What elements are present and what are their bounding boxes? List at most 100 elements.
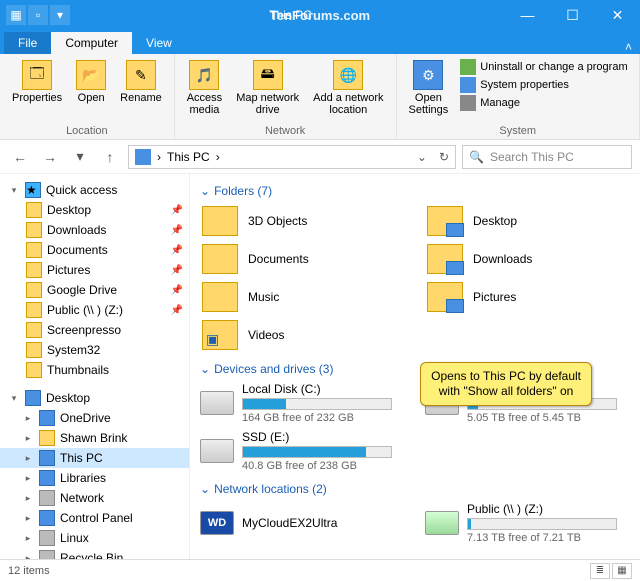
nav-tree[interactable]: ▾ ★ Quick access Desktop📌Downloads📌Docum…: [0, 174, 190, 559]
chevron-down-icon[interactable]: ▾: [8, 185, 20, 196]
map-drive-icon: 🖴: [253, 60, 283, 90]
open-icon: 📂: [76, 60, 106, 90]
tree-item[interactable]: ▸OneDrive: [0, 408, 189, 428]
folder-icon: [202, 244, 238, 274]
drive-icon: [200, 439, 234, 463]
address-dropdown-icon[interactable]: ⌄: [417, 150, 427, 164]
tree-item[interactable]: Documents📌: [0, 240, 189, 260]
chevron-right-icon[interactable]: ▸: [22, 413, 34, 424]
chevron-right-icon[interactable]: ▸: [22, 533, 34, 544]
tree-item[interactable]: ▸This PC: [0, 448, 189, 468]
section-network[interactable]: Network locations (2): [200, 478, 630, 502]
folder-label: Desktop: [473, 214, 517, 228]
folder-item[interactable]: Downloads: [425, 242, 630, 276]
section-folders[interactable]: Folders (7): [200, 180, 630, 204]
qat-dropdown[interactable]: ▾: [50, 5, 70, 25]
chevron-down-icon[interactable]: ▾: [8, 393, 20, 404]
drive-item[interactable]: SSD (E:)40.8 GB free of 238 GB: [200, 430, 405, 472]
annotation-callout: Opens to This PC by default with "Show a…: [420, 362, 592, 406]
chevron-right-icon[interactable]: ▸: [22, 473, 34, 484]
folder-item[interactable]: Videos: [200, 318, 405, 352]
tree-item[interactable]: Public (\\ ) (Z:)📌: [0, 300, 189, 320]
tree-item[interactable]: System32: [0, 340, 189, 360]
properties-button[interactable]: 🗔Properties: [8, 58, 66, 123]
manage-button[interactable]: Manage: [458, 94, 629, 112]
tree-item[interactable]: ▸Libraries: [0, 468, 189, 488]
tree-item[interactable]: Downloads📌: [0, 220, 189, 240]
folder-label: Pictures: [473, 290, 516, 304]
breadcrumb-root[interactable]: This PC: [167, 150, 210, 164]
ribbon-collapse-icon[interactable]: ˄: [617, 40, 640, 54]
open-button[interactable]: 📂Open: [72, 58, 110, 123]
drive-item[interactable]: Local Disk (C:)164 GB free of 232 GB: [200, 382, 405, 424]
folder-icon: [26, 342, 42, 358]
tree-item[interactable]: ▸Network: [0, 488, 189, 508]
chevron-right-icon[interactable]: ▸: [22, 553, 34, 560]
address-bar-row: ← → ▾ ↑ › This PC › ⌄ ↻ 🔍 Search This PC: [0, 140, 640, 174]
tree-item[interactable]: Desktop📌: [0, 200, 189, 220]
manage-icon: [460, 95, 476, 111]
tree-quick-access[interactable]: ▾ ★ Quick access: [0, 180, 189, 200]
refresh-icon[interactable]: ↻: [433, 150, 449, 164]
folder-icon: [26, 362, 42, 378]
close-button[interactable]: ✕: [595, 0, 640, 30]
folder-icon: [39, 450, 55, 466]
quick-access-toolbar: ▦ ▫ ▾: [0, 5, 76, 25]
search-box[interactable]: 🔍 Search This PC: [462, 145, 632, 169]
netloc-item[interactable]: WDMyCloudEX2Ultra: [200, 502, 405, 544]
maximize-button[interactable]: ☐: [550, 0, 595, 30]
minimize-button[interactable]: —: [505, 0, 550, 30]
folder-icon: [26, 302, 42, 318]
uninstall-button[interactable]: Uninstall or change a program: [458, 58, 629, 76]
folder-item[interactable]: 3D Objects: [200, 204, 405, 238]
tree-desktop-root[interactable]: ▾ Desktop: [0, 388, 189, 408]
netloc-item[interactable]: Public (\\ ) (Z:)7.13 TB free of 7.21 TB: [425, 502, 630, 544]
tree-item[interactable]: Thumbnails: [0, 360, 189, 380]
tree-item[interactable]: ▸Linux: [0, 528, 189, 548]
pin-icon: 📌: [171, 285, 183, 296]
back-button[interactable]: ←: [8, 145, 32, 169]
rename-button[interactable]: ✎Rename: [116, 58, 166, 123]
tree-item[interactable]: ▸Recycle Bin: [0, 548, 189, 559]
qat-item[interactable]: ▫: [28, 5, 48, 25]
chevron-right-icon[interactable]: ▸: [22, 453, 34, 464]
tab-computer[interactable]: Computer: [51, 32, 132, 54]
chevron-right-icon[interactable]: ▸: [22, 513, 34, 524]
group-label: System: [405, 123, 632, 137]
folder-item[interactable]: Documents: [200, 242, 405, 276]
system-properties-button[interactable]: System properties: [458, 76, 629, 94]
folder-icon: [26, 242, 42, 258]
netloc-grid: WDMyCloudEX2Ultra Public (\\ ) (Z:)7.13 T…: [200, 502, 630, 544]
usage-bar: [242, 398, 392, 410]
folder-icon: [39, 490, 55, 506]
wd-icon: WD: [200, 511, 234, 535]
tree-item[interactable]: ▸Shawn Brink: [0, 428, 189, 448]
folder-label: Videos: [248, 328, 284, 342]
folders-grid: 3D Objects Desktop Documents Downloads Music…: [200, 204, 630, 352]
up-button[interactable]: ↑: [98, 145, 122, 169]
tree-item[interactable]: Google Drive📌: [0, 280, 189, 300]
chevron-right-icon[interactable]: ▸: [22, 493, 34, 504]
address-bar[interactable]: › This PC › ⌄ ↻: [128, 145, 456, 169]
view-large-icon[interactable]: ▦: [612, 563, 632, 579]
content-pane[interactable]: Folders (7) 3D Objects Desktop Documents Do…: [190, 174, 640, 559]
tree-item[interactable]: Screenpresso: [0, 320, 189, 340]
tab-file[interactable]: File: [4, 32, 51, 54]
open-settings-button[interactable]: ⚙Open Settings: [405, 58, 453, 123]
view-details-icon[interactable]: ≣: [590, 563, 610, 579]
chevron-right-icon[interactable]: ▸: [22, 433, 34, 444]
add-network-button[interactable]: 🌐Add a network location: [309, 58, 387, 123]
tab-view[interactable]: View: [132, 32, 186, 54]
folder-item[interactable]: Music: [200, 280, 405, 314]
desktop-icon: [25, 390, 41, 406]
map-drive-button[interactable]: 🖴Map network drive: [232, 58, 303, 123]
tree-item[interactable]: Pictures📌: [0, 260, 189, 280]
access-media-button[interactable]: 🎵Access media: [183, 58, 226, 123]
folder-item[interactable]: Desktop: [425, 204, 630, 238]
system-small-stack: Uninstall or change a program System pro…: [458, 58, 629, 123]
folder-icon: [39, 430, 55, 446]
tree-item[interactable]: ▸Control Panel: [0, 508, 189, 528]
forward-button[interactable]: →: [38, 145, 62, 169]
folder-item[interactable]: Pictures: [425, 280, 630, 314]
recent-dropdown[interactable]: ▾: [68, 145, 92, 169]
